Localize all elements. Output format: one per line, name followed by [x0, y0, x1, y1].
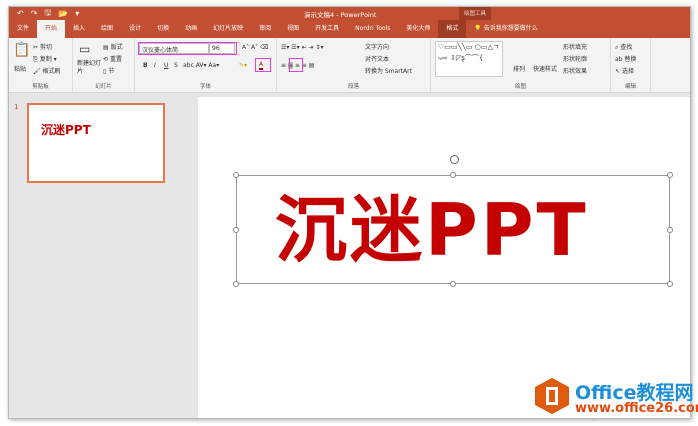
drawing-label: 绘图 — [514, 84, 526, 90]
spacing-case-buttons[interactable]: abc AV▾ Aa▾ — [183, 62, 219, 69]
slide-title-text[interactable]: 沉迷PPT — [275, 188, 589, 272]
font-group: 汉仪菱心体简 96 A˄ A˅ ⌫ B I U S abc AV▾ Aa▾ ✎▾… — [135, 38, 277, 92]
editing-label: 编辑 — [624, 84, 636, 90]
slides-group: ▭ 新建幻灯片 ▤ 版式 ⟲ 重置 ▯ 节 幻灯片 — [73, 38, 135, 92]
slides-label: 幻灯片 — [95, 84, 112, 90]
undo-button[interactable]: ↶ — [17, 9, 24, 18]
lightbulb-icon: 💡 — [474, 25, 482, 32]
watermark-url: www.office26.com — [575, 401, 698, 416]
shapes-gallery[interactable]: ♡▭▭╲╲▭ ○▭△ㄱ⤷⇨ ⇩◸ʂ⌒⌒{ — [435, 41, 503, 77]
redo-button[interactable]: ↷ — [31, 9, 38, 18]
slide-canvas[interactable]: 沉迷PPT — [198, 97, 690, 418]
resize-handle[interactable] — [667, 172, 673, 178]
slide-thumbnail-pane: 1 沉迷PPT — [9, 94, 179, 418]
tab-view[interactable]: 视图 — [279, 20, 307, 38]
tab-animations[interactable]: 动画 — [177, 20, 205, 38]
resize-handle[interactable] — [667, 227, 673, 233]
text-box[interactable]: 沉迷PPT — [233, 172, 673, 287]
customize-qat-button[interactable]: ▾ — [75, 9, 79, 18]
tab-slideshow[interactable]: 幻灯片放映 — [205, 20, 251, 38]
window-title: 演示文稿4 - PowerPoint — [304, 10, 377, 19]
font-label: 字体 — [199, 84, 211, 90]
font-highlight-box — [138, 42, 237, 55]
cut-button[interactable]: ✂ 剪切 — [33, 42, 52, 51]
reset-button[interactable]: ⟲ 重置 — [103, 54, 122, 63]
tab-draw[interactable]: 绘图 — [93, 20, 121, 38]
paragraph-group: ☰▾ ☰▾ ⇤ ⇥ ↕▾ ≡ ≡ ≡ ≡ ▤ 文字方向 对齐文本 转换为 Sma… — [277, 38, 431, 92]
layout-button[interactable]: ▤ 版式 — [103, 42, 123, 51]
resize-handle[interactable] — [450, 281, 456, 287]
tab-insert[interactable]: 插入 — [65, 20, 93, 38]
tab-nordri[interactable]: Nordri Tools — [347, 20, 398, 38]
slide-number: 1 — [14, 103, 19, 111]
tab-transitions[interactable]: 切换 — [149, 20, 177, 38]
highlight-color-button[interactable]: ✎▾ — [239, 62, 247, 69]
text-direction-button[interactable]: 文字方向 — [365, 42, 389, 51]
shape-effects-button[interactable]: 形状效果 — [563, 66, 587, 75]
resize-handle[interactable] — [450, 172, 456, 178]
align-text-button[interactable]: 对齐文本 — [365, 54, 389, 63]
paragraph-label: 段落 — [347, 84, 359, 90]
select-button[interactable]: ↖ 选择 — [615, 66, 634, 75]
smartart-button[interactable]: 转换为 SmartArt — [365, 66, 412, 75]
shape-outline-button[interactable]: 形状轮廓 — [563, 54, 587, 63]
thumbnail-text: 沉迷PPT — [41, 123, 91, 137]
ribbon-tabs: 文件 开始 插入 绘图 设计 切换 动画 幻灯片放映 审阅 视图 开发工具 No… — [9, 20, 690, 38]
tab-home[interactable]: 开始 — [37, 20, 66, 38]
paste-button[interactable]: 粘贴 — [14, 64, 26, 73]
section-button[interactable]: ▯ 节 — [103, 66, 114, 75]
open-button[interactable]: 📂 — [58, 9, 68, 18]
title-bar: ↶ ↷ 🖫 📂 ▾ 演示文稿4 - PowerPoint — [9, 7, 690, 20]
font-color-highlight-box — [255, 58, 271, 72]
center-align-highlight-box — [289, 58, 303, 72]
tell-me-search[interactable]: 💡 告诉我你想要做什么 — [466, 20, 545, 38]
find-button[interactable]: ⌕ 查找 — [615, 42, 632, 52]
tab-format[interactable]: 格式 — [438, 20, 467, 38]
drawing-group: ♡▭▭╲╲▭ ○▭△ㄱ⤷⇨ ⇩◸ʂ⌒⌒{ 排列 快速样式 形状填充 形状轮廓 形… — [431, 38, 611, 92]
new-slide-icon[interactable]: ▭ — [79, 42, 90, 56]
resize-handle[interactable] — [667, 281, 673, 287]
format-painter-button[interactable]: 🖌 格式刷 — [33, 66, 61, 75]
resize-handle[interactable] — [233, 281, 239, 287]
tab-beautify[interactable]: 美化大师 — [398, 20, 438, 38]
italic-button[interactable]: I — [154, 62, 156, 69]
arrange-button[interactable]: 排列 — [513, 64, 525, 73]
new-slide-button[interactable]: 新建幻灯片 — [77, 60, 101, 76]
quick-styles-button[interactable]: 快速样式 — [533, 64, 557, 73]
copy-button[interactable]: ⎘ 复制 ▾ — [33, 54, 57, 64]
replace-button[interactable]: ab 替换 — [615, 54, 636, 63]
tab-developer[interactable]: 开发工具 — [307, 20, 347, 38]
slide-thumbnail[interactable]: 沉迷PPT — [27, 103, 165, 183]
paste-icon[interactable]: 📋 — [13, 42, 30, 58]
clipboard-group: 📋 粘贴 ✂ 剪切 ⎘ 复制 ▾ 🖌 格式刷 剪贴板 — [9, 38, 73, 92]
resize-handle[interactable] — [233, 227, 239, 233]
powerpoint-window: ↶ ↷ 🖫 📂 ▾ 演示文稿4 - PowerPoint 绘图工具 文件 开始 … — [8, 6, 691, 419]
tell-me-text: 告诉我你想要做什么 — [483, 25, 538, 32]
editing-group: ⌕ 查找 ab 替换 ↖ 选择 编辑 — [611, 38, 651, 92]
shadow-button[interactable]: S — [174, 62, 178, 69]
tab-design[interactable]: 设计 — [121, 20, 149, 38]
tab-review[interactable]: 审阅 — [251, 20, 279, 38]
rotate-handle[interactable] — [450, 155, 459, 164]
grow-shrink-font-buttons[interactable]: A˄ A˅ ⌫ — [242, 44, 269, 51]
tab-file[interactable]: 文件 — [9, 20, 37, 38]
save-button[interactable]: 🖫 — [44, 7, 51, 21]
shape-fill-button[interactable]: 形状填充 — [563, 42, 587, 51]
list-buttons[interactable]: ☰▾ ☰▾ ⇤ ⇥ ↕▾ — [281, 44, 324, 51]
underline-button[interactable]: U — [164, 62, 168, 69]
resize-handle[interactable] — [233, 172, 239, 178]
clipboard-label: 剪贴板 — [32, 84, 49, 90]
bold-button[interactable]: B — [143, 62, 148, 69]
ribbon: 📋 粘贴 ✂ 剪切 ⎘ 复制 ▾ 🖌 格式刷 剪贴板 ▭ 新建幻灯片 ▤ 版式 … — [9, 38, 690, 93]
